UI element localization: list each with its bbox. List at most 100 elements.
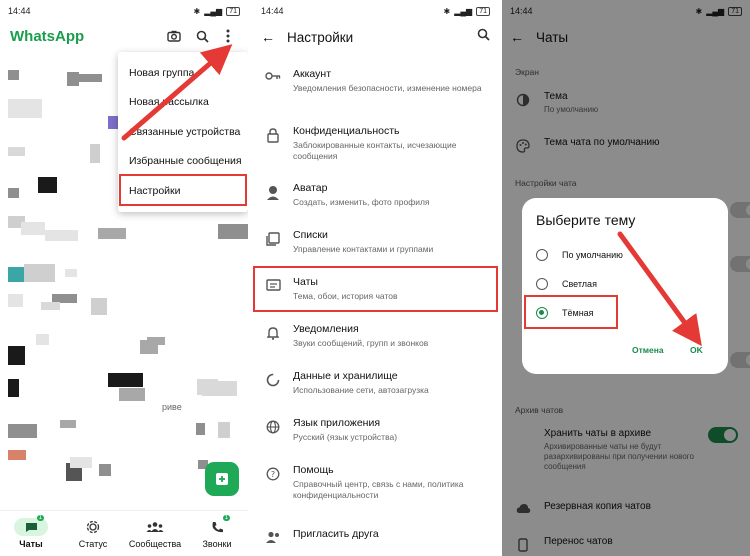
settings-item-language[interactable]: Язык приложения Русский (язык устройства) (253, 417, 498, 443)
radio-button[interactable] (536, 249, 548, 261)
more-options-icon[interactable] (218, 26, 238, 46)
dark-option-highlight-box (524, 295, 618, 329)
censored-block (90, 144, 100, 163)
lists-icon (253, 229, 293, 255)
tab-communities[interactable]: Сообщества (124, 511, 186, 556)
signal-icon: ▂▄▆ (454, 6, 473, 16)
chat-row[interactable] (0, 407, 248, 446)
censored-block (98, 228, 126, 239)
censored-block (202, 381, 237, 396)
settings-screen: 14:44 ✱ ▂▄▆ 71 ← Настройки Аккаунт Уведом… (253, 0, 498, 556)
svg-text:?: ? (271, 470, 275, 479)
censored-block (41, 302, 60, 310)
menu-item-new-broadcast[interactable]: Новая рассылка (118, 88, 248, 118)
censored-block (8, 450, 26, 460)
menu-item-new-group[interactable]: Новая группа (118, 58, 248, 88)
tab-label: Статус (78, 539, 108, 549)
key-icon (253, 68, 293, 94)
settings-item-account[interactable]: Аккаунт Уведомления безопасности, изменен… (253, 68, 498, 94)
tab-label: Сообщества (128, 539, 182, 549)
censored-block (8, 147, 25, 156)
chat-row[interactable] (0, 251, 248, 290)
tab-calls[interactable]: 1 Звонки (186, 511, 248, 556)
new-chat-icon (216, 473, 228, 485)
chats-icon (25, 522, 37, 532)
chats-badge: 1 (36, 515, 44, 521)
chats-highlight-box (253, 266, 498, 312)
whatsapp-home-screen: 14:44 ✱ ▂▄▆ 71 WhatsApp риве Новая групп… (0, 0, 248, 556)
battery-icon: 71 (476, 6, 490, 16)
censored-block (218, 224, 248, 239)
status-time: 14:44 (261, 6, 284, 16)
censored-block (8, 188, 19, 198)
settings-item-lists[interactable]: Списки Управление контактами и группами (253, 229, 498, 255)
chat-row[interactable] (0, 212, 248, 251)
chat-row[interactable] (0, 329, 248, 368)
theme-option-default[interactable]: По умолчанию (536, 249, 623, 261)
settings-highlight-box (119, 174, 247, 206)
censored-block (70, 457, 92, 468)
bluetooth-icon: ✱ (193, 6, 201, 16)
censored-block (140, 340, 158, 354)
censored-block (8, 424, 37, 438)
settings-item-avatar[interactable]: Аватар Создать, изменить, фото профиля (253, 182, 498, 208)
camera-icon[interactable] (164, 26, 184, 46)
app-header: WhatsApp (0, 22, 248, 50)
new-chat-button[interactable] (205, 462, 239, 496)
communities-icon (146, 522, 164, 532)
back-arrow-icon[interactable]: ← (261, 29, 275, 45)
cancel-button[interactable]: Отмена (632, 345, 664, 355)
partial-chat-text: риве (162, 402, 182, 412)
menu-item-linked-devices[interactable]: Связанные устройства (118, 117, 248, 147)
censored-block (45, 230, 78, 241)
status-icon (86, 520, 100, 534)
censored-block (8, 346, 25, 365)
search-icon[interactable] (477, 28, 490, 46)
censored-block (24, 264, 55, 282)
settings-item-notifications[interactable]: Уведомления Звуки сообщений, групп и звон… (253, 323, 498, 349)
censored-block (21, 222, 45, 235)
tab-status[interactable]: Статус (62, 511, 124, 556)
bell-icon (253, 323, 293, 349)
tab-label: Чаты (19, 539, 43, 549)
settings-topbar: ← Настройки (253, 22, 498, 52)
censored-block (8, 379, 19, 397)
search-icon[interactable] (192, 26, 212, 46)
theme-option-light[interactable]: Светлая (536, 278, 597, 290)
status-bar: 14:44 ✱ ▂▄▆ 71 (0, 0, 248, 22)
radio-button[interactable] (536, 278, 548, 290)
censored-block (91, 298, 107, 315)
censored-block (38, 177, 57, 193)
settings-item-help[interactable]: ? Помощь Справочный центр, связь с нами, … (253, 464, 498, 501)
status-bar: 14:44 ✱ ▂▄▆ 71 (253, 0, 498, 22)
choose-theme-dialog: Выберите тему По умолчанию Светлая Тёмна… (522, 198, 728, 374)
censored-block (119, 388, 145, 401)
lock-icon (253, 125, 293, 162)
censored-block (108, 373, 143, 387)
settings-item-invite[interactable]: Пригласить друга (253, 528, 498, 543)
battery-icon: 71 (226, 6, 240, 16)
page-title: Настройки (287, 29, 354, 45)
chat-row[interactable] (0, 290, 248, 329)
help-icon: ? (253, 464, 293, 501)
chats-settings-screen: 14:44 ✱ ▂▄▆ 71 ← Чаты Экран Тема По умолч… (502, 0, 750, 556)
signal-icon: ▂▄▆ (204, 6, 223, 16)
tab-chats[interactable]: 1 Чаты (0, 511, 62, 556)
phone-icon (212, 521, 223, 532)
censored-block (36, 334, 49, 345)
censored-block (65, 269, 77, 277)
calls-badge: 1 (222, 515, 230, 521)
censored-block (99, 464, 111, 476)
bottom-navigation: 1 Чаты Статус Сообщества 1 Звонки (0, 510, 248, 556)
settings-item-privacy[interactable]: Конфиденциальность Заблокированные контак… (253, 125, 498, 162)
chat-row[interactable] (0, 368, 248, 407)
censored-block (8, 294, 23, 307)
ok-button[interactable]: OK (690, 345, 703, 355)
status-time: 14:44 (8, 6, 31, 16)
censored-block (218, 422, 230, 438)
menu-item-starred-messages[interactable]: Избранные сообщения (118, 147, 248, 177)
censored-block (8, 99, 42, 118)
settings-item-data-storage[interactable]: Данные и хранилище Использование сети, ав… (253, 370, 498, 396)
globe-icon (253, 417, 293, 443)
bluetooth-icon: ✱ (443, 6, 451, 16)
